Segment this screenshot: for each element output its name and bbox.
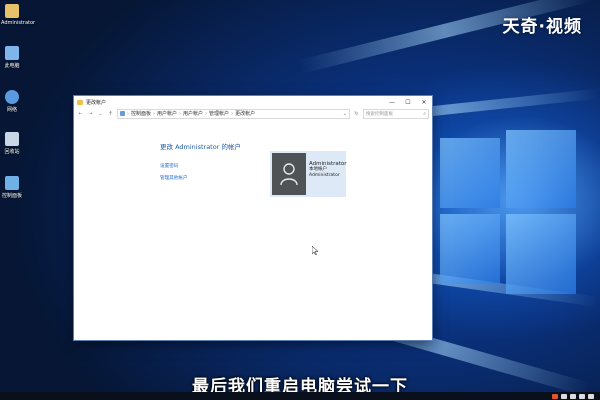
avatar — [272, 153, 306, 195]
refresh-button[interactable]: ↻ — [353, 111, 360, 117]
moon-icon[interactable] — [561, 394, 567, 399]
close-button[interactable]: ✕ — [416, 96, 432, 108]
breadcrumb-item[interactable]: 用户帐户 — [157, 110, 177, 117]
forward-button[interactable]: → — [87, 111, 94, 117]
control-panel-icon — [120, 111, 125, 116]
microphone-icon[interactable] — [570, 394, 576, 399]
main-content: 更改 Administrator 的帐户 设置密码 管理其他帐户 Adminis… — [74, 119, 432, 339]
windows-logo-icon — [432, 128, 582, 298]
system-tray — [552, 394, 594, 399]
desktop-icon-recycle-bin[interactable]: 回收站 — [1, 132, 23, 155]
up-button[interactable]: ↑ — [107, 111, 114, 117]
ime-icon[interactable] — [552, 394, 558, 399]
watermark-logo: 天奇·视频 — [502, 17, 582, 37]
change-account-window: 更改帐户 — ☐ ✕ ← → ⌄ ↑ › 控制面板 › 用户帐户 › 用户帐户 … — [74, 96, 432, 340]
mouse-cursor-icon — [312, 246, 318, 255]
search-icon: ⌕ — [423, 110, 426, 117]
set-password-link[interactable]: 设置密码 — [160, 163, 178, 169]
user-folder-icon — [5, 4, 19, 18]
network-icon — [5, 90, 19, 104]
chevron-down-icon[interactable]: ⌄ — [343, 111, 347, 117]
maximize-button[interactable]: ☐ — [400, 96, 416, 108]
desktop-icon-this-pc[interactable]: 此电脑 — [1, 46, 23, 69]
breadcrumb-item[interactable]: 更改帐户 — [235, 110, 255, 117]
navigation-bar: ← → ⌄ ↑ › 控制面板 › 用户帐户 › 用户帐户 › 管理帐户 › 更改… — [74, 108, 432, 119]
title-bar[interactable]: 更改帐户 — ☐ ✕ — [74, 96, 432, 108]
control-panel-icon — [5, 176, 19, 190]
keyboard-icon[interactable] — [579, 394, 585, 399]
account-group: Administrator — [309, 173, 340, 178]
account-card: Administrator 本地帐户 Administrator — [270, 151, 347, 197]
page-title: 更改 Administrator 的帐户 — [160, 143, 241, 151]
breadcrumb-item[interactable]: 用户帐户 — [183, 110, 203, 117]
desktop-icon-control-panel[interactable]: 控制面板 — [1, 176, 23, 199]
desktop-icon-network[interactable]: 网络 — [1, 90, 23, 113]
taskbar — [0, 392, 600, 400]
computer-icon — [5, 46, 19, 60]
settings-icon[interactable] — [588, 394, 594, 399]
control-panel-icon — [77, 99, 83, 105]
account-info: Administrator 本地帐户 Administrator — [309, 161, 347, 179]
back-button[interactable]: ← — [77, 111, 84, 117]
minimize-button[interactable]: — — [384, 96, 400, 108]
search-input[interactable]: 搜索控制面板 ⌕ — [363, 108, 429, 119]
manage-other-accounts-link[interactable]: 管理其他帐户 — [160, 175, 188, 181]
breadcrumb-item[interactable]: 管理帐户 — [209, 110, 229, 117]
desktop-icon-administrator[interactable]: Administrator — [1, 4, 35, 26]
window-title: 更改帐户 — [86, 99, 107, 106]
recycle-bin-icon — [5, 132, 19, 146]
user-icon — [280, 163, 298, 186]
address-bar[interactable]: › 控制面板 › 用户帐户 › 用户帐户 › 管理帐户 › 更改帐户 ⌄ — [117, 108, 350, 119]
breadcrumb-item[interactable]: 控制面板 — [131, 110, 151, 117]
recent-locations-button[interactable]: ⌄ — [97, 111, 104, 117]
